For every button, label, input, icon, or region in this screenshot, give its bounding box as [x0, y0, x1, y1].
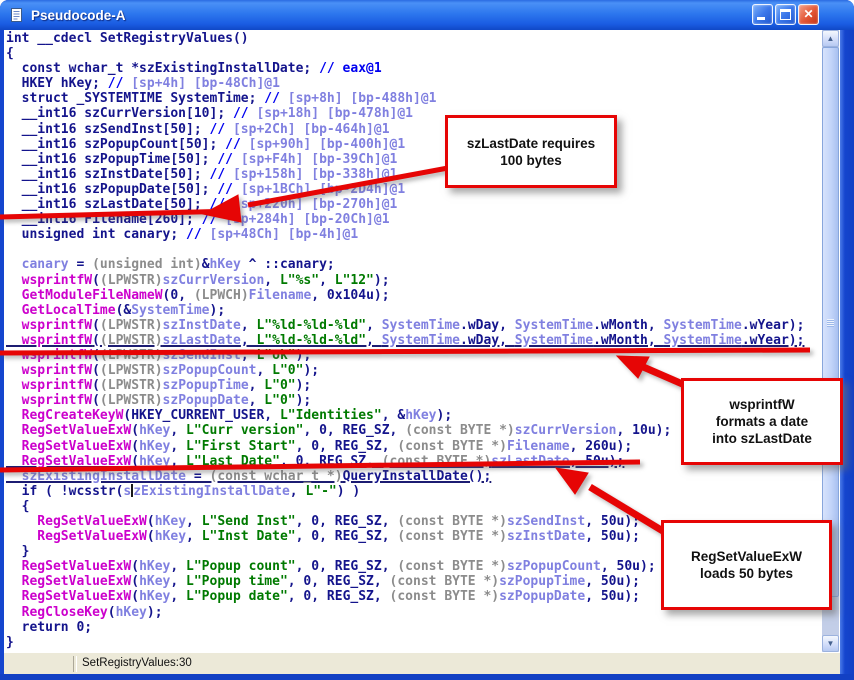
code-line[interactable]: GetModuleFileNameW(0, (LPWCH)Filename, 0… [6, 288, 822, 303]
code-line[interactable]: { [6, 499, 822, 514]
code-line[interactable]: __int16 szLastDate[50]; // [sp+220h] [bp… [6, 197, 822, 212]
callout-text-line: formats a date [716, 413, 808, 430]
code-line[interactable]: return 0; [6, 620, 822, 635]
code-line[interactable]: wsprintfW((LPWSTR)szLastDate, L"%ld-%ld-… [6, 333, 822, 348]
scroll-down-button[interactable]: ▼ [822, 635, 839, 652]
window-border-right [840, 30, 854, 680]
code-line[interactable]: if ( !wcsstr(szExistingInstallDate, L"-"… [6, 484, 822, 499]
code-line[interactable]: const wchar_t *szExistingInstallDate; //… [6, 61, 822, 76]
code-line[interactable]: } [6, 635, 822, 650]
status-text: SetRegistryValues:30 [82, 657, 192, 669]
code-line[interactable]: szExistingInstallDate = (const wchar_t *… [6, 469, 822, 484]
code-line[interactable]: canary = (unsigned int)&hKey ^ ::canary; [6, 257, 822, 272]
code-line[interactable]: wsprintfW((LPWSTR)szCurrVersion, L"%s", … [6, 273, 822, 288]
pseudocode-window: Pseudocode-A ✕ int __cdecl SetRegistryVa… [0, 0, 854, 680]
close-icon: ✕ [803, 7, 813, 21]
scroll-up-button[interactable]: ▲ [822, 30, 839, 47]
code-line[interactable]: unsigned int canary; // [sp+48Ch] [bp-4h… [6, 227, 822, 242]
minimize-button[interactable] [752, 4, 773, 25]
code-line[interactable]: struct _SYSTEMTIME SystemTime; // [sp+8h… [6, 91, 822, 106]
maximize-button[interactable] [775, 4, 796, 25]
scrollbar-thumb[interactable] [822, 47, 839, 597]
code-line[interactable]: __int16 szPopupTime[50]; // [sp+F4h] [bp… [6, 152, 822, 167]
code-line[interactable]: __int16 szCurrVersion[10]; // [sp+18h] [… [6, 106, 822, 121]
down-arrow-icon: ▼ [827, 639, 835, 648]
code-line[interactable]: wsprintfW((LPWSTR)szInstDate, L"%ld-%ld-… [6, 318, 822, 333]
callout-text-line: loads 50 bytes [700, 565, 793, 582]
window-border-bottom [0, 674, 854, 680]
callout-text-line: 100 bytes [500, 152, 562, 169]
code-line[interactable]: __int16 szInstDate[50]; // [sp+158h] [bp… [6, 167, 822, 182]
window-title: Pseudocode-A [31, 8, 126, 23]
callout-szlastdate-requires: szLastDate requires 100 bytes [445, 115, 617, 188]
code-line[interactable]: wsprintfW((LPWSTR)szSendInst, L"ok"); [6, 348, 822, 363]
status-separator [73, 656, 77, 672]
up-arrow-icon: ▲ [827, 34, 835, 43]
title-bar[interactable]: Pseudocode-A ✕ [0, 0, 854, 30]
maximize-icon [780, 9, 791, 20]
caption-buttons: ✕ [752, 4, 819, 25]
document-icon [9, 7, 25, 23]
close-button[interactable]: ✕ [798, 4, 819, 25]
code-line[interactable]: __int16 szSendInst[50]; // [sp+2Ch] [bp-… [6, 122, 822, 137]
code-line[interactable]: __int16 szPopupCount[50]; // [sp+90h] [b… [6, 137, 822, 152]
callout-wsprintfw-formats: wsprintfW formats a date into szLastDate [681, 378, 843, 465]
callout-text-line: RegSetValueExW [691, 548, 802, 565]
code-line[interactable]: __int16 Filename[260]; // [sp+284h] [bp-… [6, 212, 822, 227]
callout-text-line: wsprintfW [729, 396, 794, 413]
code-line[interactable]: int __cdecl SetRegistryValues() [6, 31, 822, 46]
code-line[interactable]: { [6, 46, 822, 61]
scrollbar-grip [827, 319, 834, 327]
window-border-left [0, 30, 4, 680]
minimize-icon [757, 17, 765, 20]
code-line[interactable]: HKEY hKey; // [sp+4h] [bp-48Ch]@1 [6, 76, 822, 91]
code-line[interactable]: __int16 szPopupDate[50]; // [sp+1BCh] [b… [6, 182, 822, 197]
callout-regsetvalueexw-loads: RegSetValueExW loads 50 bytes [661, 520, 832, 610]
callout-text-line: into szLastDate [712, 430, 812, 447]
code-line[interactable]: wsprintfW((LPWSTR)szPopupCount, L"0"); [6, 363, 822, 378]
code-line[interactable]: GetLocalTime(&SystemTime); [6, 303, 822, 318]
status-bar: SetRegistryValues:30 [4, 652, 840, 674]
code-line[interactable] [6, 242, 822, 257]
callout-text-line: szLastDate requires [467, 135, 595, 152]
